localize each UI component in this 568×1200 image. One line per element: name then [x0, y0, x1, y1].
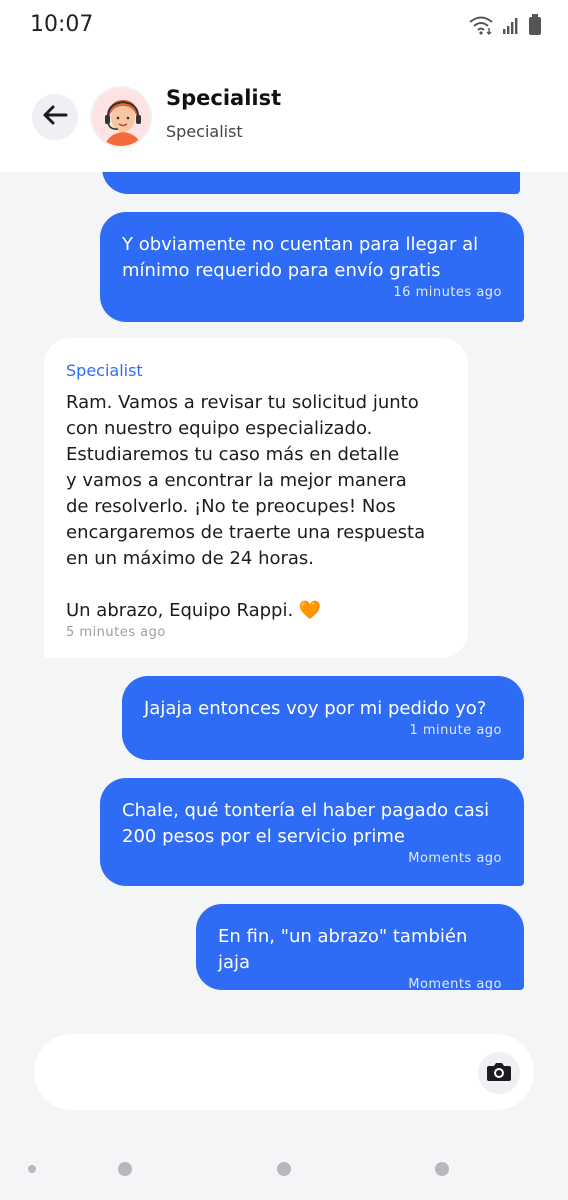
message-bubble-partial	[102, 172, 520, 194]
status-icons	[468, 14, 542, 40]
arrow-left-icon	[42, 105, 68, 129]
nav-home-button[interactable]	[277, 1162, 291, 1176]
message-bubble-outgoing: En fin, "un abrazo" también jaja Moments…	[196, 904, 524, 992]
message-time: Moments ago	[408, 851, 502, 866]
battery-icon	[528, 14, 542, 40]
message-bubble-outgoing: Jajaja entonces voy por mi pedido yo? 1 …	[122, 676, 524, 760]
message-bubble-incoming: Specialist Ram. Vamos a revisar tu solic…	[44, 338, 468, 658]
message-sender: Specialist	[66, 361, 143, 380]
camera-icon	[486, 1060, 512, 1086]
message-text: En fin, "un abrazo" también jaja	[218, 926, 474, 973]
message-input[interactable]	[34, 1034, 534, 1110]
back-button[interactable]	[32, 94, 78, 140]
chat-header: Specialist Specialist	[0, 56, 568, 172]
message-text: Chale, qué tontería el haber pagado casi…	[122, 800, 490, 847]
nav-back-button[interactable]	[118, 1162, 132, 1176]
wifi-icon	[468, 15, 494, 39]
message-bubble-outgoing: Chale, qué tontería el haber pagado casi…	[100, 778, 524, 886]
message-text: Ram. Vamos a revisar tu solicitud junto …	[66, 392, 426, 621]
message-text: Jajaja entonces voy por mi pedido yo?	[144, 698, 487, 719]
chat-title: Specialist	[166, 86, 282, 110]
avatar	[90, 86, 152, 148]
chat-area[interactable]: Y obviamente no cuentan para llegar al m…	[0, 172, 568, 1134]
signal-icon	[502, 16, 520, 38]
status-bar: 10:07	[0, 0, 568, 56]
message-time: 16 minutes ago	[393, 285, 502, 300]
message-time: 1 minute ago	[409, 723, 502, 738]
system-nav-bar	[0, 1134, 568, 1200]
message-bubble-outgoing: Y obviamente no cuentan para llegar al m…	[100, 212, 524, 322]
nav-recent-button[interactable]	[28, 1165, 36, 1173]
camera-button[interactable]	[478, 1052, 520, 1094]
message-time: 5 minutes ago	[66, 625, 166, 640]
message-time: Moments ago	[408, 977, 502, 992]
message-text: Y obviamente no cuentan para llegar al m…	[122, 234, 479, 281]
nav-extra-button[interactable]	[435, 1162, 449, 1176]
chat-subtitle: Specialist	[166, 122, 243, 141]
status-time: 10:07	[30, 12, 94, 37]
